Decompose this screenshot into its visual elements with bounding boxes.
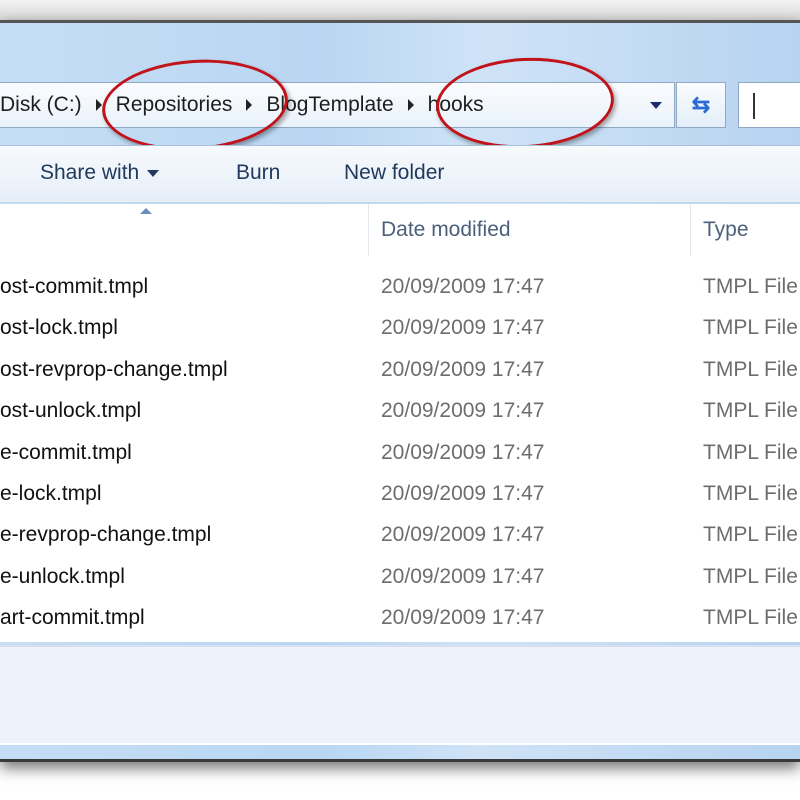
file-row[interactable]: art-commit.tmpl 20/09/2009 17:47 TMPL File [0, 598, 800, 639]
column-divider[interactable] [368, 204, 369, 256]
column-type[interactable]: Type [703, 218, 749, 242]
search-input[interactable] [738, 82, 800, 128]
file-name: e-lock.tmpl [0, 482, 102, 505]
text-caret [753, 93, 755, 119]
file-type: TMPL File [703, 440, 798, 464]
file-type: TMPL File [703, 606, 798, 630]
file-date: 20/09/2009 17:47 [381, 523, 545, 547]
command-bar: Share with Burn New folder [0, 145, 800, 203]
chevron-down-icon [147, 169, 160, 177]
file-type: TMPL File [703, 482, 798, 505]
file-date: 20/09/2009 17:47 [381, 275, 545, 298]
file-name: ost-unlock.tmpl [0, 399, 142, 423]
column-date-modified[interactable]: Date modified [381, 218, 511, 242]
share-with-label: Share with [40, 161, 140, 184]
file-row[interactable]: e-commit.tmpl 20/09/2009 17:47 TMPL File [0, 433, 800, 474]
file-date: 20/09/2009 17:47 [381, 482, 545, 505]
file-type: TMPL File [703, 275, 798, 298]
file-row[interactable]: e-revprop-change.tmpl 20/09/2009 17:47 TMP… [0, 515, 800, 556]
file-type: TMPL File [703, 357, 798, 381]
file-row[interactable]: e-unlock.tmpl 20/09/2009 17:47 TMPL File [0, 557, 800, 598]
file-type: TMPL File [703, 564, 798, 588]
column-divider[interactable] [690, 204, 691, 256]
file-type: TMPL File [703, 399, 798, 423]
new-folder-button[interactable]: New folder [344, 161, 444, 185]
background [0, 0, 800, 20]
file-row[interactable]: ost-commit.tmpl 20/09/2009 17:47 TMPL File [0, 267, 800, 308]
breadcrumb-disk[interactable]: Disk (C:) [0, 93, 90, 117]
file-type: TMPL File [703, 523, 798, 547]
file-list: Date modified Type ost-commit.tmpl 20/09/… [0, 204, 800, 642]
column-headers: Date modified Type [0, 204, 800, 256]
file-date: 20/09/2009 17:47 [381, 440, 545, 464]
sort-ascending-icon [140, 208, 152, 214]
details-pane [0, 645, 800, 745]
file-date: 20/09/2009 17:47 [381, 399, 545, 423]
file-date: 20/09/2009 17:47 [381, 357, 545, 381]
file-name: ost-lock.tmpl [0, 316, 118, 340]
file-name: e-commit.tmpl [0, 440, 132, 464]
file-name: ost-commit.tmpl [0, 275, 149, 298]
file-name: art-commit.tmpl [0, 606, 145, 630]
file-date: 20/09/2009 17:47 [381, 606, 545, 630]
history-dropdown-icon[interactable] [650, 102, 662, 109]
file-date: 20/09/2009 17:47 [381, 316, 545, 340]
share-with-button[interactable]: Share with [40, 161, 160, 185]
file-row[interactable]: ost-revprop-change.tmpl 20/09/2009 17:47 T… [0, 350, 800, 391]
refresh-icon: ⇆ [691, 92, 711, 117]
chevron-right-icon[interactable] [407, 99, 414, 111]
file-date: 20/09/2009 17:47 [381, 564, 545, 588]
file-name: ost-revprop-change.tmpl [0, 357, 228, 381]
file-row[interactable]: ost-lock.tmpl 20/09/2009 17:47 TMPL File [0, 308, 800, 349]
refresh-button[interactable]: ⇆ [676, 82, 726, 128]
burn-button[interactable]: Burn [236, 161, 280, 185]
file-row[interactable]: e-lock.tmpl 20/09/2009 17:47 TMPL File [0, 474, 800, 515]
file-row[interactable]: ost-unlock.tmpl 20/09/2009 17:47 TMPL File [0, 391, 800, 432]
chevron-right-icon[interactable] [95, 99, 102, 111]
file-type: TMPL File [703, 316, 798, 340]
file-name: e-revprop-change.tmpl [0, 523, 212, 547]
file-name: e-unlock.tmpl [0, 564, 125, 588]
